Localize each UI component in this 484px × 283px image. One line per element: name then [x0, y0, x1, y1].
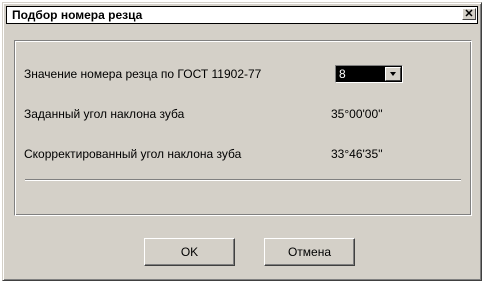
- cutter-number-value: 8: [339, 67, 346, 81]
- given-angle-label: Заданный угол наклона зуба: [24, 107, 185, 121]
- parameters-panel: Значение номера резца по ГОСТ 11902-77 8…: [14, 40, 472, 216]
- ok-button[interactable]: OK: [144, 238, 235, 266]
- title-bar[interactable]: Подбор номера резца ✕: [6, 6, 478, 24]
- close-icon: ✕: [464, 8, 474, 20]
- cutter-number-label: Значение номера резца по ГОСТ 11902-77: [24, 67, 262, 81]
- cutter-number-dialog: Подбор номера резца ✕ Значение номера ре…: [2, 2, 482, 281]
- corrected-angle-label: Скорректированный угол наклона зуба: [24, 147, 242, 161]
- separator: [25, 179, 461, 181]
- cutter-number-select[interactable]: 8: [335, 65, 403, 83]
- chevron-down-icon: [390, 72, 396, 76]
- dropdown-button[interactable]: [385, 67, 401, 81]
- corrected-angle-value: 33°46'35'': [331, 147, 383, 161]
- cancel-button[interactable]: Отмена: [264, 238, 355, 266]
- window-title: Подбор номера резца: [12, 8, 143, 22]
- given-angle-value: 35°00'00'': [331, 107, 383, 121]
- close-button[interactable]: ✕: [462, 8, 476, 20]
